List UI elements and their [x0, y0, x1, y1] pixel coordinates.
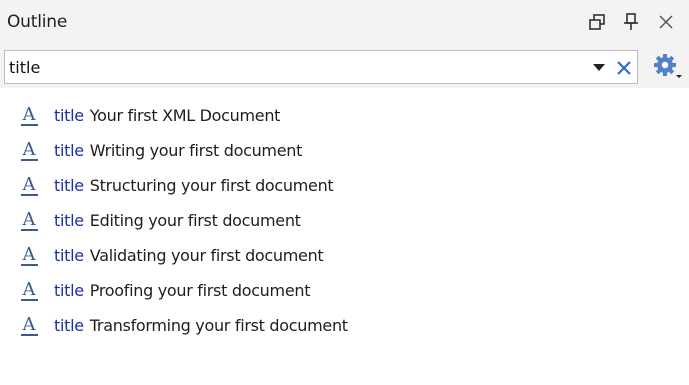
outline-panel: Outline title A title Your first XML Doc…	[0, 0, 689, 385]
dropdown-arrow-icon	[593, 64, 605, 71]
outline-item[interactable]: Atitle Proofing your first document	[0, 273, 689, 308]
element-text: Your first XML Document	[89, 106, 281, 125]
element-tag-name: title	[54, 246, 84, 265]
filter-clear-button[interactable]	[613, 57, 635, 79]
pin-icon	[624, 13, 638, 30]
element-text: Validating your first document	[89, 246, 324, 265]
element-tag-name: title	[54, 141, 84, 160]
element-text: Structuring your first document	[89, 176, 334, 195]
restore-button[interactable]	[582, 8, 612, 36]
element-text: Transforming your first document	[89, 316, 348, 335]
outline-item[interactable]: Atitle Writing your first document	[0, 133, 689, 168]
element-tag-name: title	[54, 316, 84, 335]
text-element-icon: A	[20, 138, 38, 161]
gear-icon	[654, 54, 682, 78]
text-element-icon: A	[20, 173, 38, 196]
element-text: Writing your first document	[89, 141, 303, 160]
element-tag-name: title	[54, 176, 84, 195]
outline-item[interactable]: Atitle Transforming your first document	[0, 308, 689, 343]
element-tag-name: title	[54, 211, 84, 230]
text-element-icon: A	[20, 313, 38, 336]
filter-dropdown-button[interactable]	[590, 60, 608, 76]
pin-button[interactable]	[616, 8, 646, 36]
element-text: Editing your first document	[89, 211, 301, 230]
text-element-icon: A	[20, 208, 38, 231]
outline-item[interactable]: Atitle Your first XML Document	[0, 98, 689, 133]
filter-field	[4, 50, 638, 84]
outline-item[interactable]: Atitle Editing your first document	[0, 203, 689, 238]
clear-x-icon	[617, 61, 631, 75]
close-button[interactable]	[651, 8, 681, 36]
restore-icon	[589, 14, 605, 30]
settings-button[interactable]	[649, 51, 687, 83]
element-tag-name: title	[54, 106, 84, 125]
element-tag-name: title	[54, 281, 84, 300]
filter-row	[0, 46, 689, 88]
filter-input[interactable]	[9, 54, 569, 80]
element-text: Proofing your first document	[89, 281, 311, 300]
outline-item[interactable]: Atitle Structuring your first document	[0, 168, 689, 203]
text-element-icon: A	[20, 243, 38, 266]
close-icon	[659, 15, 673, 29]
outline-list: Atitle Your first XML Document Atitle Writi…	[0, 98, 689, 343]
panel-title: Outline	[7, 12, 68, 32]
text-element-icon: A	[20, 278, 38, 301]
outline-item[interactable]: Atitle Validating your first document	[0, 238, 689, 273]
panel-header: Outline	[0, 0, 689, 46]
text-element-icon: A	[20, 103, 38, 126]
